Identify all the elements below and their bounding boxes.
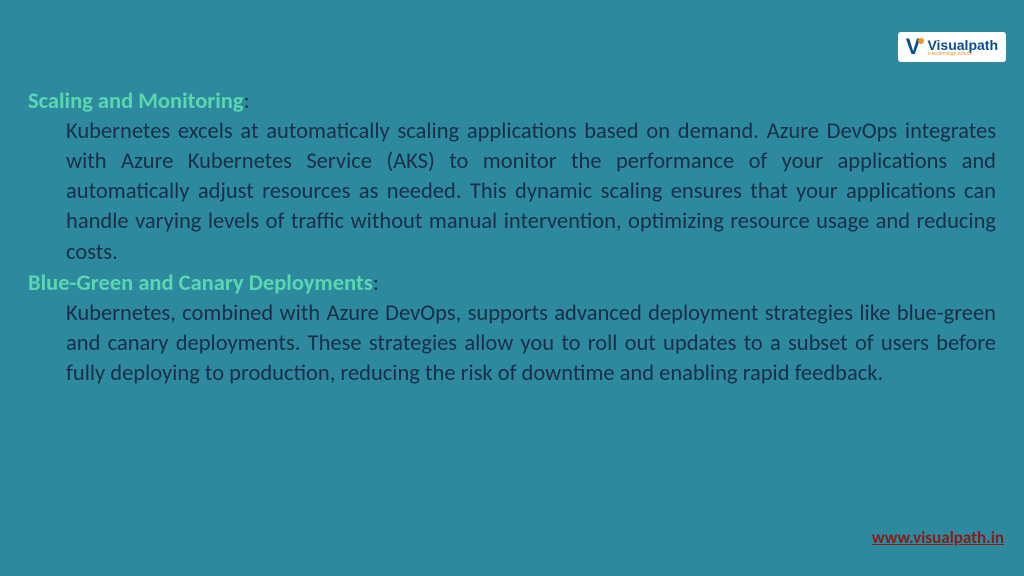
brand-logo: V Visualpath e-technology school	[898, 32, 1006, 62]
footer-url-link[interactable]: www.visualpath.in	[872, 527, 1004, 548]
heading-colon: :	[373, 270, 379, 297]
slide-content: Scaling and Monitoring: Kubernetes excel…	[28, 88, 996, 391]
body-scaling: Kubernetes excels at automatically scali…	[66, 117, 996, 268]
heading-scaling: Scaling and Monitoring	[28, 88, 244, 115]
logo-text-block: Visualpath e-technology school	[927, 38, 998, 57]
logo-icon: V	[906, 36, 925, 58]
section-scaling: Scaling and Monitoring: Kubernetes excel…	[28, 88, 996, 268]
heading-colon: :	[244, 88, 250, 115]
logo-dot-icon	[918, 38, 924, 44]
section-deployments: Blue-Green and Canary Deployments: Kuber…	[28, 270, 996, 389]
body-deployments: Kubernetes, combined with Azure DevOps, …	[66, 299, 996, 389]
heading-deployments: Blue-Green and Canary Deployments	[28, 270, 373, 297]
logo-tagline: e-technology school	[927, 52, 998, 57]
logo-brand-name: Visualpath	[927, 38, 998, 52]
